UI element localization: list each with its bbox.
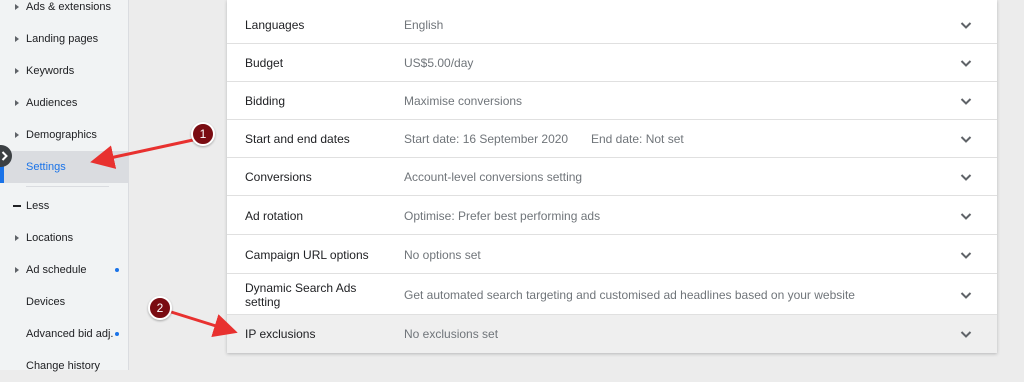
- arrow-to-settings: [90, 138, 194, 169]
- annotation-badge-1: 1: [191, 122, 215, 146]
- chevron-right-icon: [1, 151, 8, 161]
- annotation-badge-2: 2: [148, 296, 172, 320]
- arrow-to-ip-exclusions: [167, 309, 238, 338]
